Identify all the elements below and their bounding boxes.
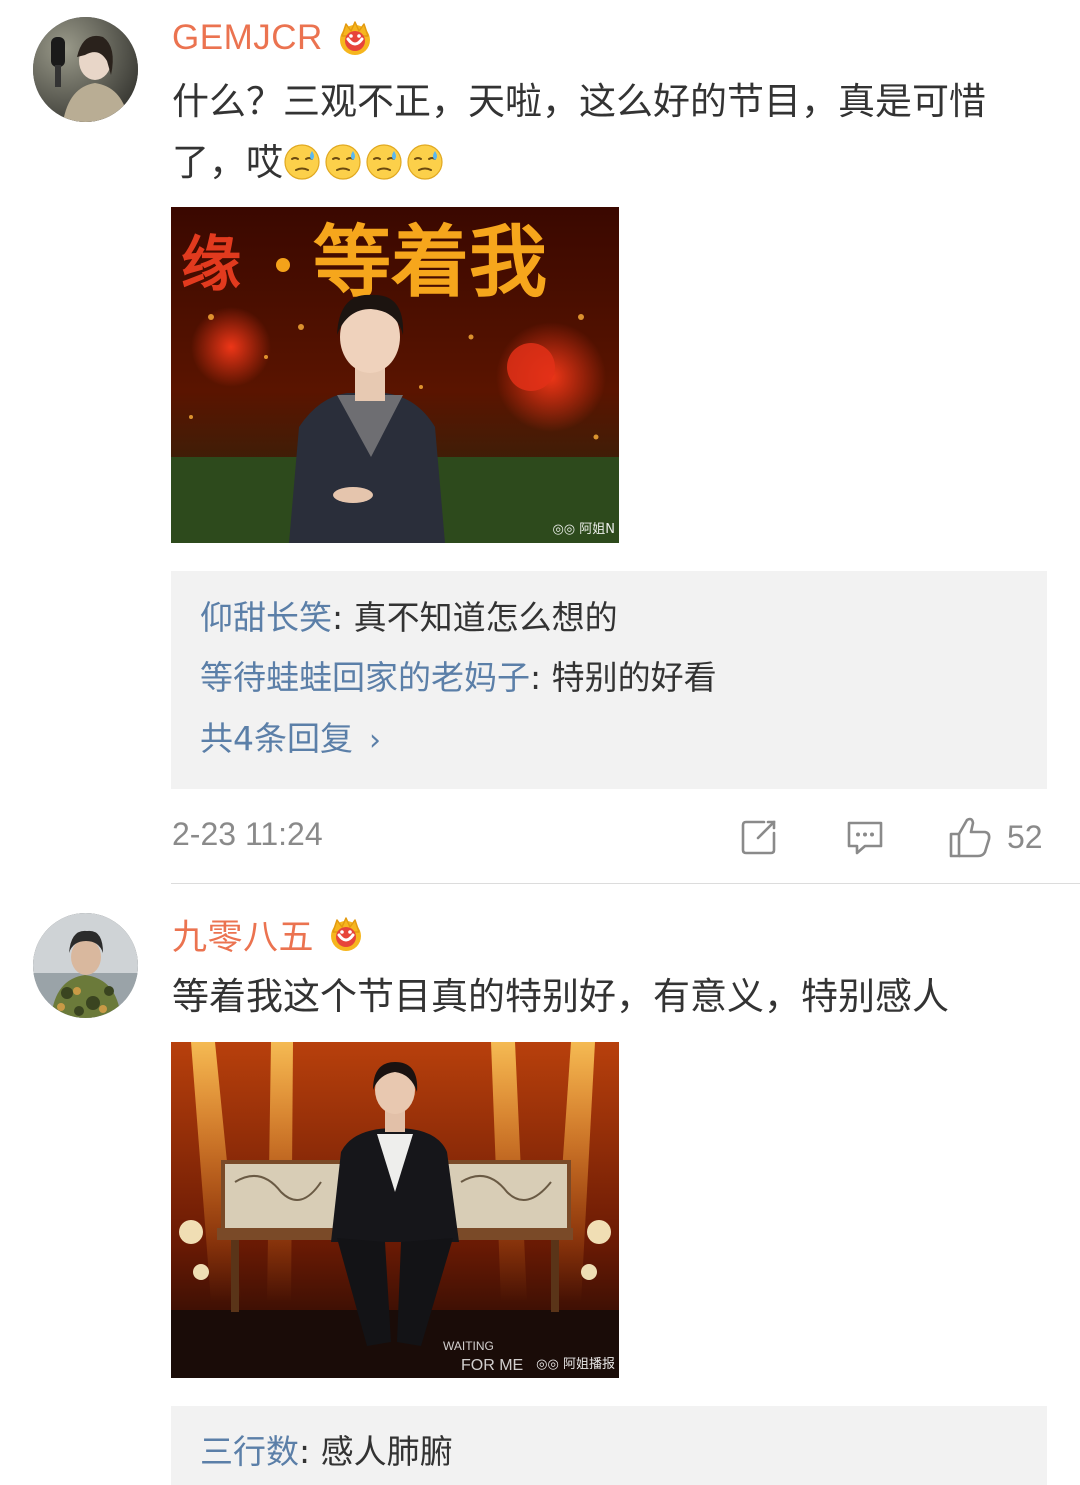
reply-text: 特别的好看 (551, 658, 717, 697)
svg-text:缘: 缘 (181, 230, 241, 300)
avatar[interactable] (33, 913, 138, 1018)
reply-text: 真不知道怎么想的 (353, 598, 618, 637)
reply-author[interactable]: 三行数 (200, 1432, 299, 1471)
comment-item: 九零八五 等着我这个节目真的特别好，有意义，特别感人 WAITING FOR M… (0, 885, 1080, 1485)
reply-author[interactable]: 等待蛙蛙回家的老妈子 (200, 658, 530, 697)
reply-box[interactable]: 仰甜长笑: 真不知道怎么想的 等待蛙蛙回家的老妈子: 特别的好看 共4条回复 › (171, 571, 1047, 789)
username-row: 九零八五 (172, 910, 366, 958)
timestamp: 2-23 11:24 (172, 816, 323, 852)
crown-vip-icon (335, 18, 375, 58)
comment-text: 等着我这个节目真的特别好，有意义，特别感人 (172, 966, 1042, 1027)
username-row: GEMJCR (172, 14, 375, 62)
comment-photo[interactable]: WAITING FOR ME ◎◎ 阿姐播报 (171, 1042, 619, 1378)
reply-item[interactable]: 三行数: 感人肺腑 (200, 1430, 453, 1474)
sweat-face-emoji-icon (283, 138, 321, 180)
comment-photo[interactable]: 缘 等着我 ◎◎ 阿姐N (171, 207, 619, 543)
reply-button[interactable] (844, 812, 886, 862)
divider (171, 883, 1080, 884)
reply-separator: : (299, 1432, 321, 1471)
reply-author[interactable]: 仰甜长笑 (200, 598, 332, 637)
username[interactable]: GEMJCR (172, 18, 323, 58)
reply-separator: : (530, 658, 552, 697)
more-replies-link[interactable]: 共4条回复 › (200, 717, 381, 763)
comment-item: GEMJCR 什么？三观不正，天啦，这么好的节目，真是可惜了，哎 缘 等着我 ◎… (0, 0, 1080, 885)
more-replies-label: 共4条回复 (200, 719, 353, 758)
reply-separator: : (332, 598, 354, 637)
reply-box[interactable]: 三行数: 感人肺腑 (171, 1406, 1047, 1485)
photo-headline: 等着我 (313, 218, 547, 308)
like-count: 52 (1007, 818, 1043, 855)
thumbs-up-icon (949, 817, 991, 858)
crown-vip-icon (326, 914, 366, 954)
photo-watermark: ◎◎ 阿姐播报 (536, 1357, 615, 1372)
reply-text: 感人肺腑 (320, 1432, 453, 1471)
share-icon (741, 820, 776, 855)
sweat-face-emoji-icon (324, 138, 362, 180)
reply-item[interactable]: 等待蛙蛙回家的老妈子: 特别的好看 (200, 656, 717, 700)
sweat-face-emoji-icon (406, 138, 444, 180)
share-button[interactable] (738, 812, 780, 862)
photo-caption-line2: FOR ME (461, 1357, 523, 1374)
avatar[interactable] (33, 17, 138, 122)
photo-caption-line1: WAITING (443, 1339, 494, 1353)
chevron-right-icon: › (369, 723, 381, 758)
comment-meta: 2-23 11:24 52 (172, 812, 1047, 862)
photo-watermark: ◎◎ 阿姐N (552, 522, 615, 537)
comment-text-body: 等着我这个节目真的特别好，有意义，特别感人 (172, 975, 949, 1018)
comment-text: 什么？三观不正，天啦，这么好的节目，真是可惜了，哎 (172, 71, 1042, 193)
username[interactable]: 九零八五 (172, 909, 314, 960)
comment-icon (847, 821, 883, 855)
like-button[interactable]: 52 (947, 812, 1043, 862)
sweat-face-emoji-icon (365, 138, 403, 180)
reply-item[interactable]: 仰甜长笑: 真不知道怎么想的 (200, 596, 618, 640)
